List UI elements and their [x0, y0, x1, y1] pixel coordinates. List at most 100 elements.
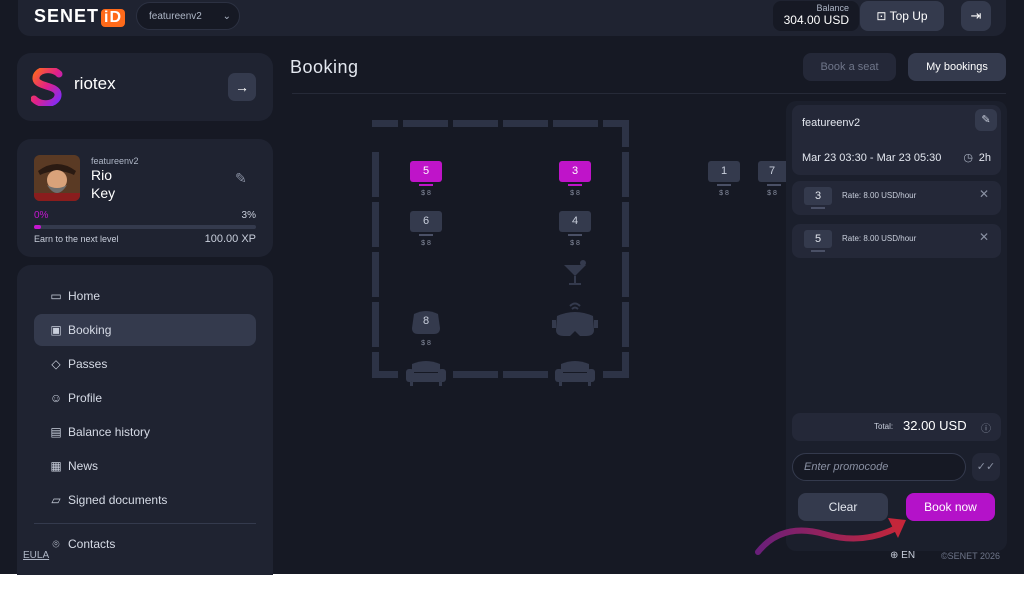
seat-3[interactable]: 3: [559, 161, 591, 182]
seat-stand: [811, 207, 825, 209]
tab-book-a-seat[interactable]: Book a seat: [803, 53, 896, 81]
sidebar-item-label: News: [68, 459, 99, 473]
tenant-switch-button[interactable]: →: [228, 73, 256, 101]
wall-segment: [553, 120, 598, 127]
sidebar-item-label: Contacts: [68, 537, 116, 551]
logout-button[interactable]: ⇥: [961, 1, 991, 31]
eula-link[interactable]: EULA: [23, 550, 49, 561]
language-selector[interactable]: ⊕ EN: [890, 550, 915, 561]
nav-divider: [34, 523, 256, 524]
edit-profile-icon[interactable]: ✎: [235, 170, 247, 187]
wall-segment: [622, 127, 629, 147]
sidebar-item-news[interactable]: ▦ News: [34, 450, 256, 482]
remove-item-button[interactable]: ✕: [979, 187, 989, 201]
booking-item: 5 Rate: 8.00 USD/hour ✕: [792, 224, 1001, 258]
sidebar-item-passes[interactable]: ◇ Passes: [34, 348, 256, 380]
sidebar-item-label: Passes: [68, 357, 108, 371]
booking-item-rate: Rate: 8.00 USD/hour: [842, 234, 917, 243]
tenant-logo-icon: [31, 68, 63, 106]
wall-segment: [622, 252, 629, 297]
sidebar-item-signed-documents[interactable]: ▱ Signed documents: [34, 484, 256, 516]
promocode-input[interactable]: Enter promocode: [792, 453, 966, 481]
arrow-right-icon: →: [235, 79, 249, 95]
pirate-avatar-image: [34, 155, 80, 201]
logout-icon: ⇥: [970, 8, 982, 23]
language-label: EN: [901, 550, 916, 561]
sidebar-item-contacts[interactable]: ⌾ Contacts: [34, 528, 256, 560]
seat-stand: [568, 184, 582, 186]
folder-icon: ▱: [51, 493, 61, 507]
top-up-label: Top Up: [889, 9, 928, 23]
profile-last-name: Key: [91, 185, 116, 201]
balance-value: 304.00 USD: [783, 13, 849, 27]
book-now-button[interactable]: Book now: [906, 493, 995, 521]
sidebar-item-label: Signed documents: [68, 493, 168, 507]
xp-unit: XP: [241, 233, 256, 245]
tenant-name: riotex: [74, 74, 116, 93]
seat-price: $ 8: [570, 240, 580, 247]
sidebar-item-label: Home: [68, 289, 101, 303]
wallet-icon: ▤: [50, 425, 62, 439]
total-box: Total: 32.00 USD ⓘ: [792, 413, 1001, 441]
club-select[interactable]: featureenv2 ⌄: [136, 2, 240, 30]
booking-summary-card: featureenv2 ✎ Mar 23 03:30 - Mar 23 05:3…: [792, 105, 1001, 175]
close-icon: ✕: [978, 230, 989, 244]
xp-number: 100.00: [204, 233, 239, 245]
seat-4[interactable]: 4: [559, 211, 591, 232]
senet-logo[interactable]: SENET iD: [34, 6, 126, 27]
wall-segment: [372, 352, 379, 378]
seat-8[interactable]: 8: [410, 311, 442, 332]
avatar[interactable]: [34, 155, 80, 201]
info-icon[interactable]: ⓘ: [981, 420, 991, 435]
sofa-icon: [555, 361, 595, 386]
sidebar-item-profile[interactable]: ☺ Profile: [34, 382, 256, 414]
balance-box: Balance 304.00 USD: [773, 1, 859, 31]
remove-item-button[interactable]: ✕: [979, 230, 989, 244]
balance-label: Balance: [816, 3, 849, 13]
wall-segment: [622, 152, 629, 197]
booking-item: 3 Rate: 8.00 USD/hour ✕: [792, 181, 1001, 215]
profile-first-name: Rio: [91, 167, 113, 183]
booking-item-seat: 3: [804, 187, 832, 205]
profile-card: featureenv2 Rio Key ✎ 0% 3% Earn to the …: [17, 139, 273, 257]
tenant-card: riotex →: [17, 53, 273, 121]
booking-icon: ▣: [50, 323, 62, 337]
level-start: 0%: [34, 210, 49, 221]
seat-stand: [419, 234, 433, 236]
seat-price: $ 8: [767, 190, 777, 197]
seat-stand: [767, 184, 781, 186]
seat-1[interactable]: 1: [708, 161, 740, 182]
seat-stand: [811, 250, 825, 252]
sidebar-item-booking[interactable]: ▣ Booking: [34, 314, 256, 346]
wall-segment: [503, 120, 548, 127]
seat-6[interactable]: 6: [410, 211, 442, 232]
apply-promocode-button[interactable]: ✓✓: [972, 453, 1000, 481]
seat-price: $ 8: [421, 190, 431, 197]
seat-stand: [717, 184, 731, 186]
wall-segment: [622, 302, 629, 347]
profile-username: featureenv2: [91, 156, 139, 166]
monitor-icon: ▭: [50, 289, 62, 303]
edit-icon: ✎: [981, 114, 991, 126]
wall-segment: [622, 202, 629, 247]
seat-stand: [419, 184, 433, 186]
wall-segment: [503, 371, 548, 378]
total-label: Total:: [874, 422, 894, 431]
edit-booking-button[interactable]: ✎: [975, 109, 997, 131]
tab-my-bookings[interactable]: My bookings: [908, 53, 1006, 81]
sidebar-item-balance-history[interactable]: ▤ Balance history: [34, 416, 256, 448]
seat-price: $ 8: [719, 190, 729, 197]
top-up-button[interactable]: ⊡ Top Up: [860, 1, 944, 31]
seat-7[interactable]: 7: [758, 161, 786, 182]
wall-segment: [372, 202, 379, 247]
total-value: 32.00 USD: [903, 418, 967, 433]
club-select-value: featureenv2: [149, 11, 202, 22]
top-bar: SENET iD featureenv2 ⌄ Balance 304.00 USD…: [18, 0, 1006, 36]
seat-5[interactable]: 5: [410, 161, 442, 182]
sidebar-item-label: Balance history: [68, 425, 151, 439]
sidebar-item-home[interactable]: ▭ Home: [34, 280, 256, 312]
level-end: 3%: [241, 210, 256, 221]
double-check-icon: ✓✓: [976, 461, 996, 473]
wall-segment: [403, 120, 448, 127]
booking-item-seat: 5: [804, 230, 832, 248]
